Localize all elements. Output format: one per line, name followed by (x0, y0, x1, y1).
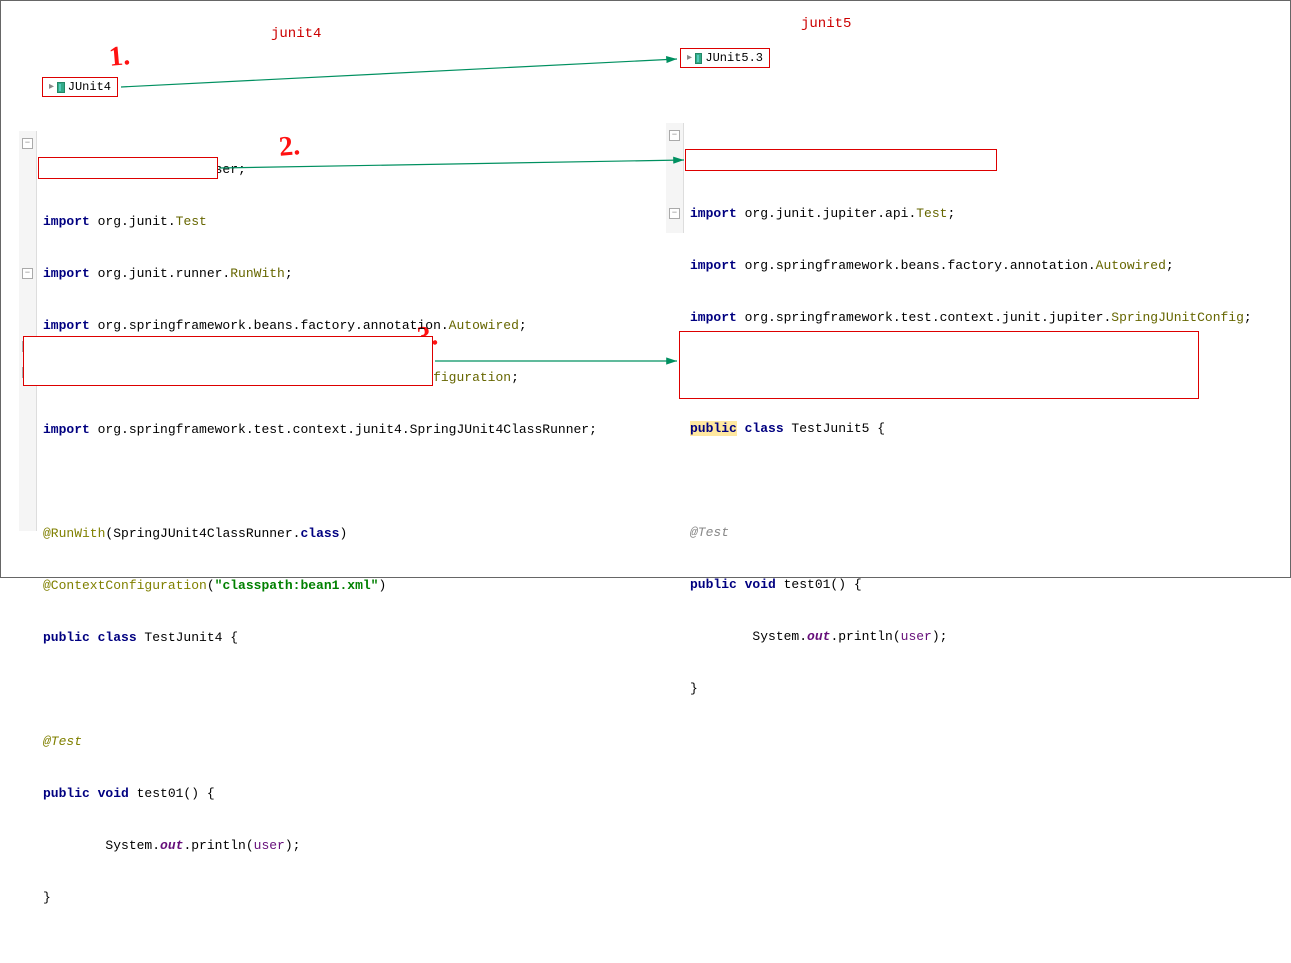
highlight-box-import-test-right (685, 149, 997, 171)
code-line: @Test (690, 520, 1104, 546)
code-line: import org.springframework.beans.factory… (690, 253, 1252, 279)
highlight-box-annotations-left (23, 336, 433, 386)
highlight-box-import-test-left (38, 157, 218, 179)
code-line: public class TestJunit4 { (43, 625, 597, 651)
code-line: System.out.println(user); (43, 833, 597, 859)
code-line: @Test (43, 729, 597, 755)
library-junit4-box[interactable]: ▸ JUnit4 (42, 77, 118, 97)
fold-mark: − (22, 268, 33, 279)
fold-mark: − (669, 130, 680, 141)
library-icon (695, 53, 702, 64)
blank-line (43, 677, 597, 703)
code-line: } (43, 885, 597, 911)
code-line: import org.junit.runner.RunWith; (43, 261, 597, 287)
library-junit4-label: JUnit4 (68, 80, 111, 94)
code-line: @RunWith(SpringJUnit4ClassRunner.class) (43, 521, 597, 547)
blank-line (690, 468, 1104, 494)
blank-line (43, 469, 597, 495)
code-line: System.out.println(user); (690, 624, 1104, 650)
fold-mark: − (22, 138, 33, 149)
highlight-box-annotations-right (679, 331, 1199, 399)
library-junit5-box[interactable]: ▸ JUnit5.3 (680, 48, 770, 68)
fold-mark: − (669, 208, 680, 219)
code-line: public class TestJunit5 { (690, 416, 1104, 442)
code-line: public void test01() { (690, 572, 1104, 598)
library-icon (57, 82, 65, 93)
expand-arrow-icon: ▸ (49, 81, 54, 93)
library-junit5-label: JUnit5.3 (705, 51, 763, 65)
code-line: import org.springframework.test.context.… (43, 417, 597, 443)
code-line: import org.springframework.test.context.… (690, 305, 1252, 331)
code-line: } (690, 676, 1104, 702)
expand-arrow-icon: ▸ (687, 52, 692, 64)
annotation-1: 1. (108, 40, 132, 74)
code-line: import org.junit.Test (43, 209, 597, 235)
title-junit5: junit5 (801, 16, 851, 32)
gutter-right: − − (666, 123, 684, 233)
code-line: @ContextConfiguration("classpath:bean1.x… (43, 573, 597, 599)
code-line: import org.junit.jupiter.api.Test; (690, 201, 1252, 227)
gutter-left: − − − − (19, 131, 37, 531)
code-line: public void test01() { (43, 781, 597, 807)
title-junit4: junit4 (271, 26, 321, 42)
